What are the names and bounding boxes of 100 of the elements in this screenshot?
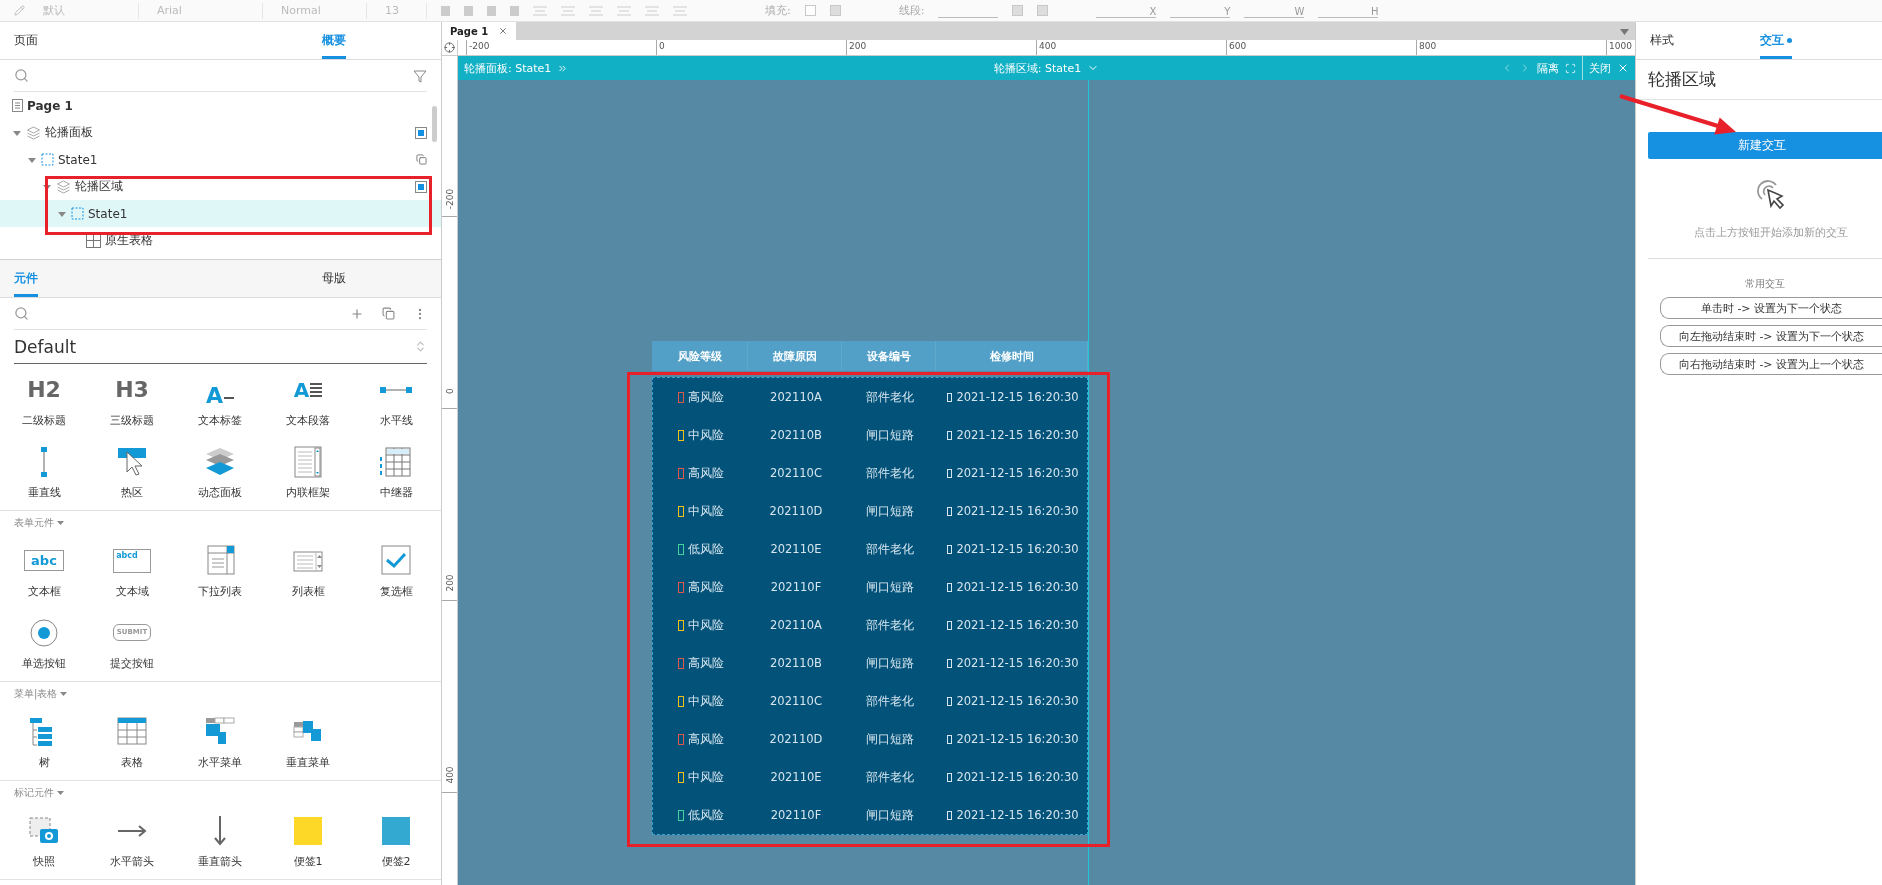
widget-label: 文本标签 [198,412,242,428]
widget-item[interactable]: abcd 文本域 [88,535,176,607]
outline-row[interactable]: State1 [0,200,441,227]
line-style-swatch[interactable] [1037,5,1049,16]
heading-glyph: H2 [27,378,61,401]
widget-item[interactable]: 表格 [88,706,176,778]
table-cell-text: 202110D [768,732,824,746]
isolate-icon[interactable] [1565,62,1576,74]
caret-icon[interactable] [60,691,68,697]
up-down-icon[interactable] [414,340,427,353]
outline-row[interactable]: State1 [0,146,441,173]
copy-icon[interactable] [382,307,395,320]
panel-tab[interactable]: 概要 [322,22,347,59]
widget-item[interactable]: 树 [0,706,88,778]
caret-icon[interactable] [57,520,64,526]
table-cell: 2021-12-15 16:20:30 [956,694,1079,708]
widget-item[interactable]: 热区 [88,436,176,508]
dropdown-caret-icon[interactable] [1620,28,1629,36]
library-dropdown[interactable]: Default [14,336,77,357]
outline-row[interactable]: 轮播面板 [0,119,441,146]
text-area-glyph: abcd [113,548,151,573]
widget-label: 水平箭头 [110,853,154,869]
widget-item[interactable]: 便签1 [264,805,352,877]
widget-item[interactable]: 动态面板 [176,436,264,508]
add-icon[interactable] [350,306,364,321]
widget-item[interactable]: A 文本标签 [176,364,264,436]
quick-interaction-button[interactable]: 单击时 -> 设置为下一个状态 [1660,297,1882,319]
text-field-glyph: abc [24,550,64,571]
widget-item[interactable]: 垂直箭头 [176,805,264,877]
layers-icon [56,179,71,194]
square-icon [947,772,953,782]
outline-row[interactable]: 原生表格 [0,227,441,254]
search-icon[interactable] [14,306,29,321]
widget-item[interactable]: 快照 [0,805,88,877]
column-header: 设备编号 [842,341,936,371]
widget-item[interactable]: H3 三级标题 [88,364,176,436]
close-icon[interactable] [498,26,509,36]
table-icon [86,233,101,248]
widget-item[interactable]: 垂直菜单 [264,706,352,778]
table-cell: 中风险 [688,769,724,785]
widget-item[interactable]: 内联框架 [264,436,352,508]
expand-triangle-icon[interactable] [58,209,66,218]
panel-tab[interactable]: 页面 [14,22,38,59]
ruler-label: -200 [469,41,490,51]
widget-item[interactable]: 复选框 [352,535,440,607]
widget-item[interactable]: 垂直线 [0,436,88,508]
widget-label: 内联框架 [286,484,330,500]
crosshair-icon[interactable] [444,42,455,53]
expand-triangle-icon[interactable] [43,182,51,191]
inspector-tab[interactable]: 样式 [1650,22,1674,59]
table-cell: 中风险 [688,503,724,519]
widget-item[interactable]: 水平箭头 [88,805,176,877]
widget-item[interactable]: abc 文本框 [0,535,88,607]
caret-icon[interactable] [57,790,64,796]
widget-item[interactable]: 下拉列表 [176,535,264,607]
outline-row[interactable]: 轮播区域 [0,173,441,200]
fill-swatch[interactable] [804,5,816,16]
outline-row[interactable]: Page 1 [0,92,441,119]
expand-triangle-icon[interactable] [13,128,21,137]
widget-label: 文本域 [115,583,149,599]
close-icon[interactable] [1617,62,1629,74]
section-title[interactable]: 表单元件 [14,516,54,530]
square-marker-icon[interactable] [415,126,427,139]
section-title[interactable]: 标记元件 [14,786,54,800]
search-icon[interactable] [14,68,29,83]
hint-text: 点击上方按钮开始添加新的交互 [1694,225,1848,240]
widget-item[interactable]: 单选按钮 [0,607,88,679]
square-icon [947,620,953,630]
quick-interaction-button[interactable]: 向右拖动结束时 -> 设置为上一个状态 [1660,353,1882,375]
widget-item[interactable]: 中继器 [352,436,440,508]
widget-item[interactable]: 便签2 [352,805,440,877]
table-cell: 2021-12-15 16:20:30 [956,732,1079,746]
text-lines-icon [310,382,323,397]
page-tab[interactable]: Page 1 [442,22,517,40]
table-cell: 2021-12-15 16:20:30 [956,542,1079,556]
filter-icon[interactable] [413,68,427,83]
ruler-label: 200 [445,573,455,594]
copy-icon[interactable] [416,154,427,165]
panel-tab[interactable]: 母版 [322,260,347,297]
pencil-icon [14,5,25,16]
widget-item[interactable]: H2 二级标题 [0,364,88,436]
fill-style-swatch[interactable] [829,5,841,16]
line-color-swatch[interactable] [1012,5,1024,16]
outline-label: State1 [88,206,128,221]
table-cell-text: 202110A [769,390,823,404]
widget-item[interactable]: 水平菜单 [176,706,264,778]
section-title[interactable]: 菜单|表格 [14,687,58,701]
square-marker-icon[interactable] [415,180,427,193]
square-icon [947,810,953,820]
widget-item[interactable]: 列表框 [264,535,352,607]
expand-triangle-icon[interactable] [28,155,36,164]
table-cell-text: 闸口短路 [865,427,915,443]
widget-label: 复选框 [379,583,413,599]
quick-interaction-button[interactable]: 向左拖动结束时 -> 设置为下一个状态 [1660,325,1882,347]
widget-label: 便签1 [293,853,323,869]
widget-item[interactable]: A 文本段落 [264,364,352,436]
inspector-tab[interactable]: 交互 [1760,22,1792,59]
scrollbar-thumb[interactable] [432,106,437,142]
widget-item[interactable]: 水平线 [352,364,440,436]
table-cell: 2021-12-15 16:20:30 [956,770,1079,784]
